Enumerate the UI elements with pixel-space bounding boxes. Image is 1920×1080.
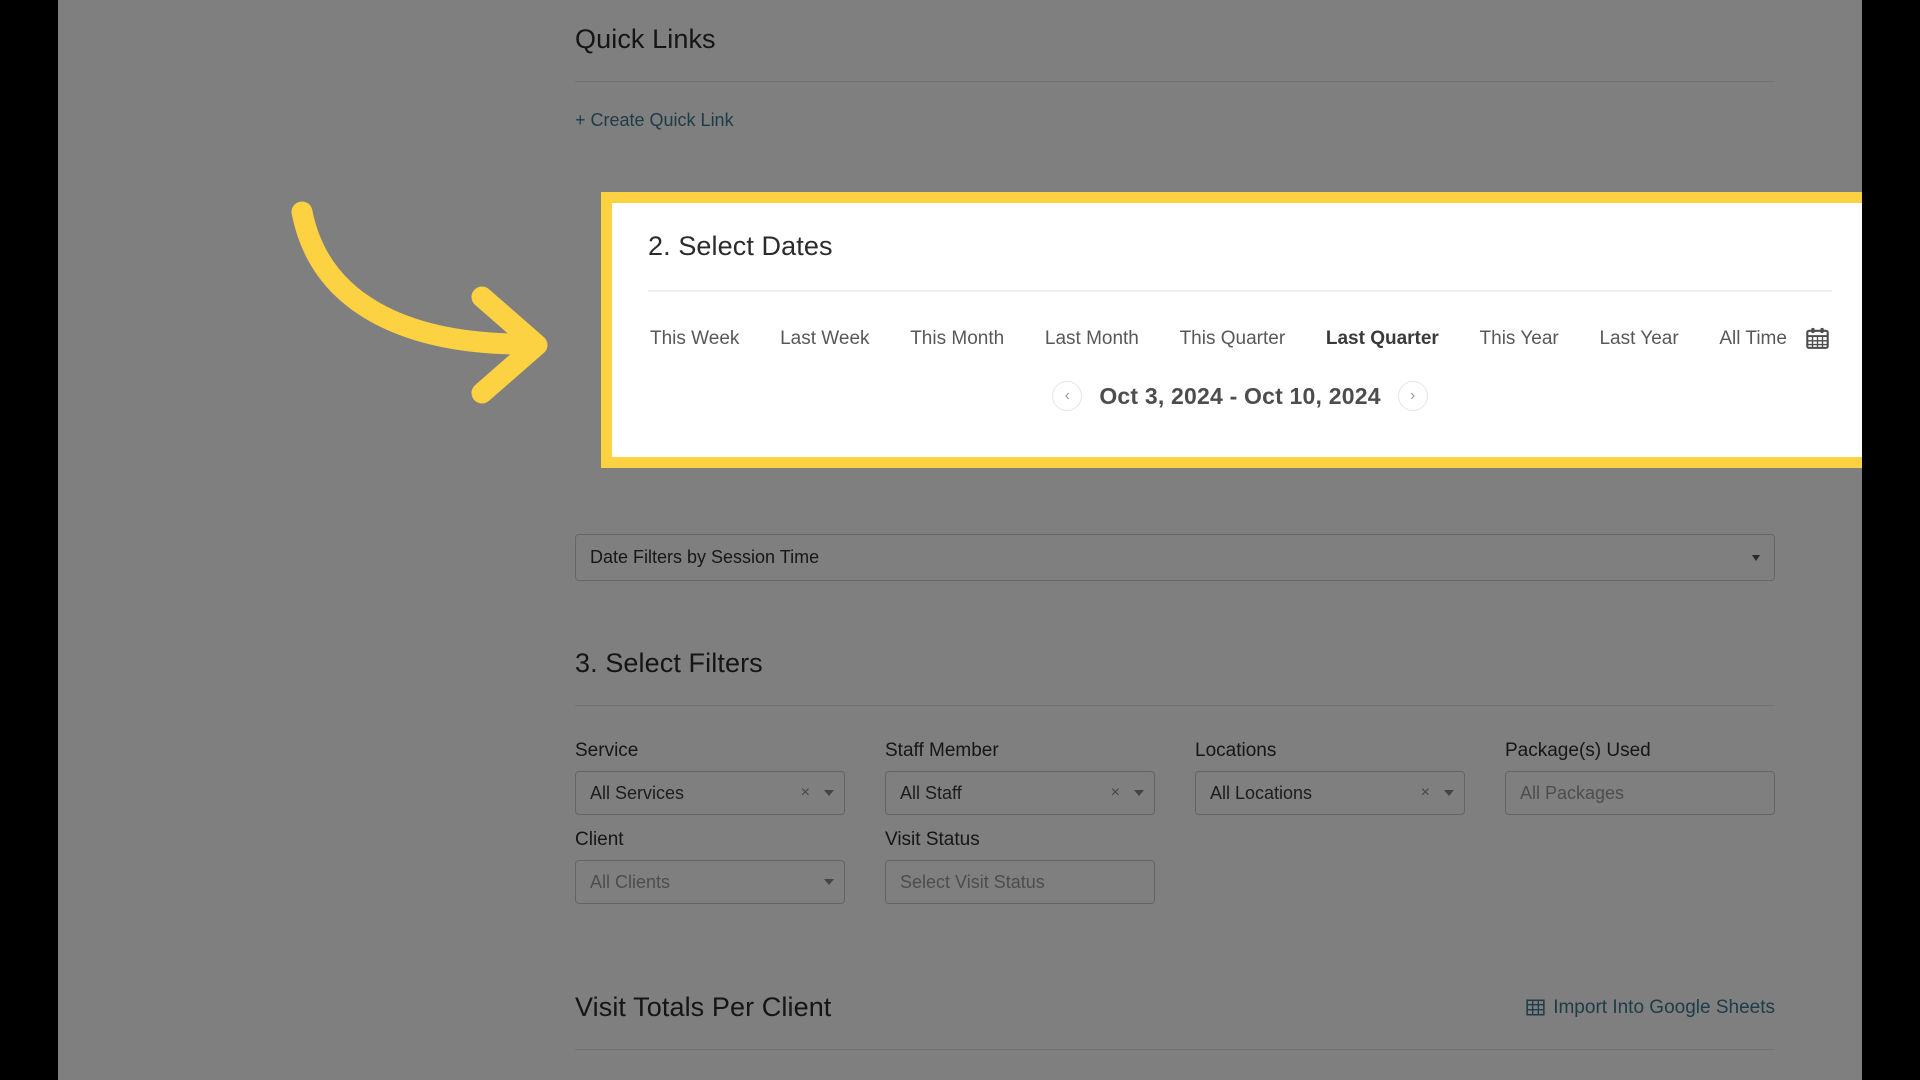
visit-totals-divider (575, 1049, 1775, 1050)
filter-label-visit-status: Visit Status (885, 829, 980, 850)
calendar-icon[interactable] (1805, 326, 1830, 351)
filter-label-locations: Locations (1195, 740, 1277, 761)
filter-field-client: Client All Clients (575, 829, 885, 904)
tab-all-time[interactable]: All Time (1719, 328, 1787, 350)
tab-this-month[interactable]: This Month (910, 328, 1004, 350)
filter-label-packages-used: Package(s) Used (1505, 740, 1651, 761)
filter-grid: Service All Services × Staff Member All … (575, 740, 1775, 904)
session-select-value: Date Filters by Session Time (590, 547, 820, 567)
quick-links-divider (575, 81, 1775, 82)
select-dates-title: 2. Select Dates (648, 231, 833, 261)
caret-down-icon (1444, 790, 1454, 796)
create-quick-link-button[interactable]: + Create Quick Link (575, 110, 734, 131)
import-link-label: Import Into Google Sheets (1553, 996, 1775, 1018)
packages-used-placeholder: All Packages (1520, 782, 1625, 803)
quick-links-title: Quick Links (575, 24, 716, 54)
date-range-navigator: ‹ Oct 3, 2024 - Oct 10, 2024 › (648, 381, 1832, 411)
filter-label-service: Service (575, 740, 639, 761)
service-select[interactable]: All Services × (575, 771, 845, 815)
date-filters-session-time-select[interactable]: Date Filters by Session Time (575, 534, 1775, 581)
select-dates-divider (648, 290, 1832, 292)
caret-down-icon (1134, 790, 1144, 796)
visit-status-placeholder: Select Visit Status (900, 871, 1045, 892)
filter-field-locations: Locations All Locations × (1195, 740, 1505, 815)
clear-icon[interactable]: × (1111, 784, 1120, 802)
next-range-button[interactable]: › (1397, 381, 1428, 411)
app-page: Quick Links + Create Quick Link Date Fil… (58, 0, 1862, 1080)
caret-down-icon (824, 790, 834, 796)
select-dates-card: 2. Select Dates This Week Last Week This… (612, 203, 1862, 457)
page-content: Quick Links + Create Quick Link Date Fil… (58, 0, 1862, 1080)
select-filters-divider (575, 705, 1775, 706)
filter-field-packages-used: Package(s) Used All Packages (1505, 740, 1815, 815)
import-into-google-sheets-button[interactable]: Import Into Google Sheets (1526, 997, 1775, 1019)
staff-member-select[interactable]: All Staff × (885, 771, 1155, 815)
visit-status-select[interactable]: Select Visit Status (885, 860, 1155, 904)
visit-totals-header-row: Visit Totals Per Client Import Into Goog… (575, 992, 1775, 1023)
select-dates-highlight-frame: 2. Select Dates This Week Last Week This… (601, 192, 1862, 468)
tab-last-week[interactable]: Last Week (780, 328, 869, 350)
visit-totals-section: Visit Totals Per Client Import Into Goog… (575, 992, 1775, 1050)
client-placeholder: All Clients (590, 871, 671, 892)
staff-member-select-value: All Staff (900, 782, 962, 803)
select-dates-card-body: 2. Select Dates This Week Last Week This… (612, 203, 1862, 411)
tab-this-year[interactable]: This Year (1480, 328, 1559, 350)
filter-field-staff-member: Staff Member All Staff × (885, 740, 1195, 815)
screenshot-stage: Quick Links + Create Quick Link Date Fil… (0, 0, 1920, 1080)
filter-label-staff-member: Staff Member (885, 740, 999, 761)
select-filters-title: 3. Select Filters (575, 648, 763, 678)
select-filters-section: 3. Select Filters Service All Services ×… (575, 648, 1775, 904)
tab-last-quarter[interactable]: Last Quarter (1326, 328, 1439, 350)
visit-totals-title: Visit Totals Per Client (575, 992, 832, 1022)
clear-icon[interactable]: × (801, 784, 810, 802)
filter-field-service: Service All Services × (575, 740, 885, 815)
filter-label-client: Client (575, 829, 624, 850)
quick-links-section: Quick Links + Create Quick Link (575, 24, 1775, 131)
tab-this-quarter[interactable]: This Quarter (1180, 328, 1286, 350)
date-range-tabs: This Week Last Week This Month Last Mont… (648, 326, 1832, 351)
caret-down-icon (1752, 554, 1760, 561)
caret-down-icon (824, 879, 834, 885)
previous-range-button[interactable]: ‹ (1052, 381, 1083, 411)
table-grid-icon (1526, 999, 1545, 1016)
client-select[interactable]: All Clients (575, 860, 845, 904)
locations-select[interactable]: All Locations × (1195, 771, 1465, 815)
date-range-label: Oct 3, 2024 - Oct 10, 2024 (1099, 382, 1381, 409)
tab-last-month[interactable]: Last Month (1045, 328, 1139, 350)
tab-this-week[interactable]: This Week (650, 328, 739, 350)
packages-used-select[interactable]: All Packages (1505, 771, 1775, 815)
filter-field-visit-status: Visit Status Select Visit Status (885, 829, 1195, 904)
locations-select-value: All Locations (1210, 782, 1313, 803)
service-select-value: All Services (590, 782, 685, 803)
clear-icon[interactable]: × (1421, 784, 1430, 802)
tab-last-year[interactable]: Last Year (1599, 328, 1678, 350)
